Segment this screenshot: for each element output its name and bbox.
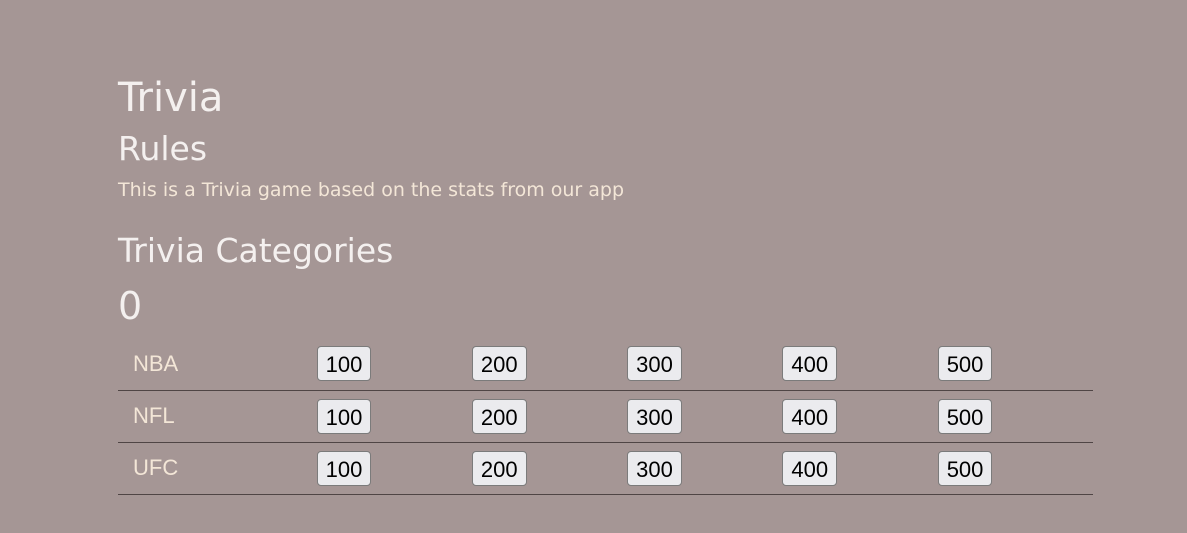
- value-cell: 100: [316, 442, 472, 494]
- value-cell: 200: [471, 390, 627, 442]
- value-cell: 300: [627, 390, 782, 442]
- value-button[interactable]: 500: [937, 346, 993, 382]
- category-row: NBA 100 200 300 400 500: [118, 338, 1093, 390]
- value-button[interactable]: 400: [782, 346, 838, 382]
- value-button[interactable]: 200: [471, 450, 527, 486]
- value-cell: 100: [316, 338, 472, 390]
- category-label: UFC: [133, 455, 179, 480]
- value-cell: 300: [627, 442, 782, 494]
- value-button[interactable]: 400: [782, 398, 838, 434]
- value-button[interactable]: 300: [627, 450, 682, 486]
- category-label: NBA: [133, 350, 179, 376]
- value-button[interactable]: 300: [627, 398, 682, 434]
- category-row: NFL 100 200 300 400 500: [118, 390, 1093, 442]
- rules-text: This is a Trivia game based on the stats…: [118, 179, 625, 201]
- value-button[interactable]: 200: [471, 398, 527, 434]
- trivia-board: NBA 100 200 300 400 500 NFL 100 200 300 …: [118, 338, 1093, 495]
- value-button[interactable]: 400: [782, 450, 838, 486]
- value-cell: 300: [627, 338, 782, 390]
- main-container: Trivia Rules This is a Trivia game based…: [118, 0, 1093, 495]
- value-cell: 200: [471, 338, 627, 390]
- value-cell: 200: [471, 442, 627, 494]
- value-cell: 500: [937, 442, 1093, 494]
- page-title: Trivia: [118, 75, 224, 121]
- categories-heading: Trivia Categories: [118, 231, 394, 270]
- value-cell: 100: [316, 390, 472, 442]
- value-button[interactable]: 500: [937, 450, 993, 486]
- category-label: NFL: [133, 403, 175, 428]
- value-button[interactable]: 300: [627, 346, 682, 382]
- value-cell: 500: [937, 390, 1093, 442]
- category-row: UFC 100 200 300 400 500: [118, 442, 1093, 494]
- value-cell: 500: [937, 338, 1093, 390]
- value-cell: 400: [782, 442, 937, 494]
- value-button[interactable]: 200: [471, 346, 527, 382]
- value-cell: 400: [782, 390, 937, 442]
- value-button[interactable]: 500: [937, 398, 993, 434]
- value-button[interactable]: 100: [316, 398, 372, 434]
- score-display: 0: [118, 284, 143, 328]
- value-button[interactable]: 100: [316, 346, 372, 382]
- value-button[interactable]: 100: [316, 450, 372, 486]
- value-cell: 400: [782, 338, 937, 390]
- rules-heading: Rules: [118, 129, 208, 168]
